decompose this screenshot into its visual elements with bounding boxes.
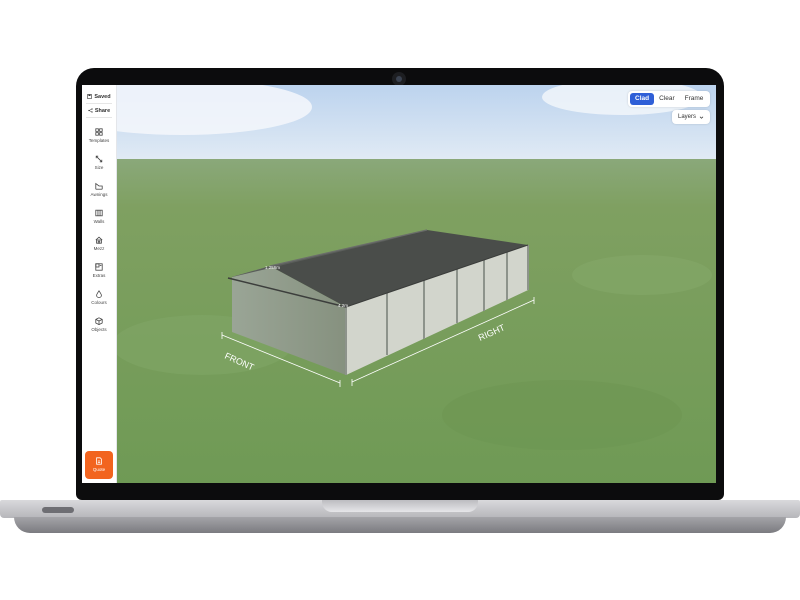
sidebar-item-extras[interactable]: Extras xyxy=(82,263,116,278)
grass-patch xyxy=(572,255,712,295)
awning-icon xyxy=(95,182,103,190)
sidebar-item-size[interactable]: Size xyxy=(82,155,116,170)
app-screen: 1.256m 4.2m FRONT RIGHT Saved Share Temp… xyxy=(82,85,716,483)
viewport-3d[interactable]: 1.256m 4.2m FRONT RIGHT xyxy=(82,85,716,483)
save-icon xyxy=(87,94,93,99)
share-button[interactable]: Share xyxy=(82,105,116,116)
sidebar-item-label: Walls xyxy=(93,219,105,224)
sidebar-item-objects[interactable]: Objects xyxy=(82,317,116,332)
laptop-port xyxy=(42,507,74,513)
divider xyxy=(86,117,112,118)
view-mode-toggle: Clad Clear Frame xyxy=(628,91,711,107)
saved-status[interactable]: Saved xyxy=(82,91,116,102)
sidebar-item-label: Awnings xyxy=(90,192,108,197)
sidebar-item-colours[interactable]: Colours xyxy=(82,290,116,305)
view-mode-clear-button[interactable]: Clear xyxy=(654,93,680,105)
dimension-roof-width: 1.256m xyxy=(265,265,280,270)
grass-patch xyxy=(442,380,682,450)
quote-button[interactable]: Quote xyxy=(85,451,113,479)
extras-icon xyxy=(95,263,103,271)
sidebar-item-walls[interactable]: Walls xyxy=(82,209,116,224)
view-mode-clad-button[interactable]: Clad xyxy=(630,93,655,105)
share-label: Share xyxy=(94,107,111,114)
cube-icon xyxy=(95,317,103,325)
view-mode-frame-button[interactable]: Frame xyxy=(680,93,709,105)
droplet-icon xyxy=(96,290,102,298)
quote-label: Quote xyxy=(92,467,106,472)
dimension-height: 4.2m xyxy=(338,303,348,308)
sidebar-item-label: Extras xyxy=(92,273,106,278)
sidebar-item-label: Colours xyxy=(91,300,107,305)
saved-label: Saved xyxy=(94,93,111,100)
share-icon xyxy=(88,108,93,113)
sidebar-item-mezz[interactable]: Mezz xyxy=(82,236,116,251)
left-toolbar: Saved Share Templates Size Awnings Walls… xyxy=(82,85,117,483)
sidebar-item-awnings[interactable]: Awnings xyxy=(82,182,116,197)
sidebar-item-label: Mezz xyxy=(93,246,105,251)
laptop-notch xyxy=(322,500,478,512)
home-icon xyxy=(95,236,103,244)
grid-icon xyxy=(95,128,103,136)
sidebar-item-label: Templates xyxy=(88,138,110,143)
document-icon xyxy=(96,457,102,465)
sidebar-item-label: Objects xyxy=(91,327,107,332)
layers-dropdown[interactable]: Layers xyxy=(672,110,710,124)
layers-label: Layers xyxy=(677,114,696,120)
sidebar-item-label: Size xyxy=(94,165,104,170)
resize-icon xyxy=(95,155,103,163)
laptop-base-bottom xyxy=(14,517,786,533)
divider xyxy=(86,103,112,104)
sidebar-item-templates[interactable]: Templates xyxy=(82,128,116,143)
walls-icon xyxy=(95,209,103,217)
webcam-icon xyxy=(392,72,406,86)
chevron-down-icon xyxy=(699,115,704,119)
